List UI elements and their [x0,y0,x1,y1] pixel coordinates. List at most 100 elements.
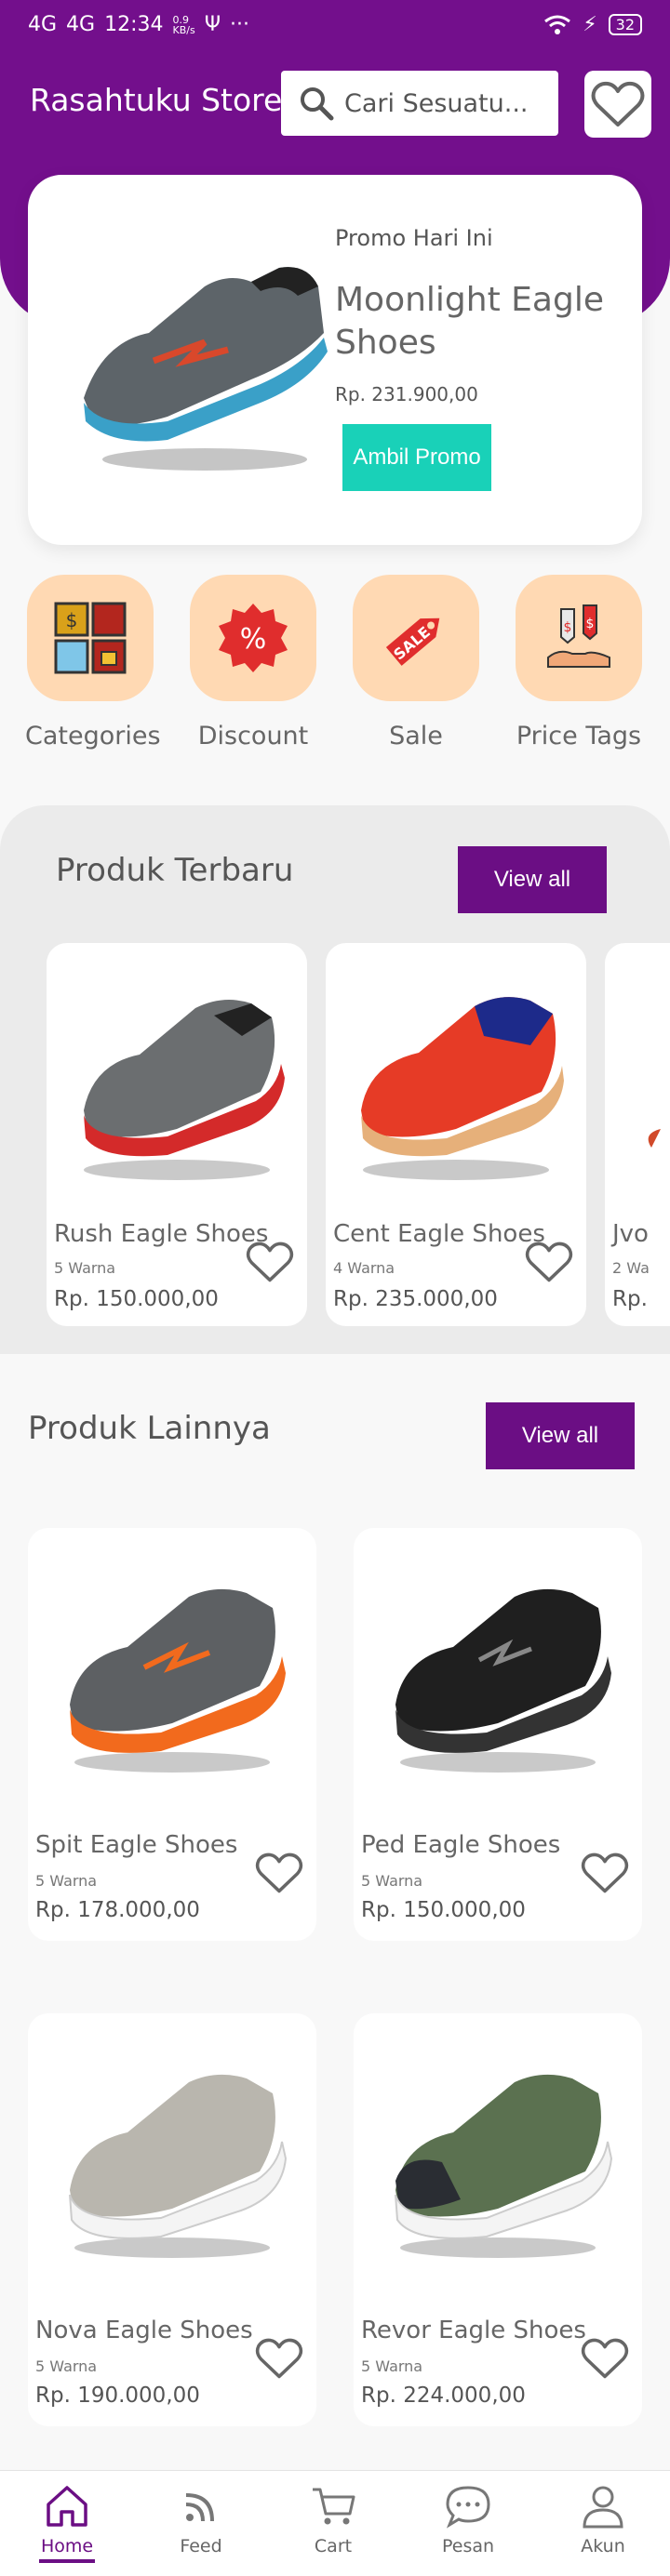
nav-label: Cart [314,2536,353,2556]
active-indicator [39,2559,95,2563]
category-label: Price Tags [516,722,642,750]
svg-text:$: $ [564,620,572,635]
product-image [361,997,564,1180]
product-price: Rp. 178.000,00 [35,1898,200,1922]
feed-icon [185,2493,214,2522]
promo-title: Moonlight Eagle Shoes [335,281,604,362]
category-tile: SALE [353,575,479,701]
store-title: Rasahtuku Store [30,82,283,118]
bottom-navigation: Home Feed Cart Pesan Akun [0,2470,670,2576]
category-discount[interactable]: % Discount [188,575,318,750]
search-input[interactable]: Cari Sesuatu... [281,71,558,136]
promo-card[interactable]: Promo Hari Ini Moonlight Eagle Shoes Rp.… [28,175,642,545]
nav-feed[interactable]: Feed [145,2482,257,2556]
product-price: Rp. [612,1287,648,1311]
signal-2-label: 4G [66,13,96,36]
product-image [395,2074,613,2258]
product-card-spit[interactable]: Spit Eagle Shoes 5 Warna Rp. 178.000,00 [28,1528,316,1941]
promo-price: Rp. 231.900,00 [335,383,478,405]
other-products-view-all-button[interactable]: View all [486,1402,635,1469]
promo-label: Promo Hari Ini [335,225,493,251]
charging-icon: ⚡ [583,13,597,36]
search-icon [301,87,334,121]
category-tile: $ [27,575,154,701]
heart-icon[interactable] [255,1852,303,1894]
heart-icon[interactable] [581,2337,629,2380]
product-image [395,1588,611,1773]
more-icon: ··· [230,13,250,36]
nav-label: Feed [180,2536,222,2556]
product-image [70,1588,286,1773]
product-image [84,1000,285,1180]
user-icon [583,2486,623,2529]
product-colors: 4 Warna [333,1259,395,1277]
nav-messages[interactable]: Pesan [412,2482,524,2556]
product-price: Rp. 150.000,00 [54,1287,219,1311]
status-bar: 4G 4G 12:34 0.9 KB/s Ψ ··· ⚡ 32 [0,0,670,52]
nav-home[interactable]: Home [11,2482,123,2563]
heart-icon[interactable] [581,1852,629,1894]
category-row: $ Categories % Discount SALE Sale $ $ Pr… [0,575,670,770]
product-price: Rp. 224.000,00 [361,2383,526,2408]
product-colors: 5 Warna [35,1872,98,1890]
product-card-cent[interactable]: Cent Eagle Shoes 4 Warna Rp. 235.000,00 [326,943,586,1326]
sale-tag-icon: SALE [385,617,440,666]
product-card-ped[interactable]: Ped Eagle Shoes 5 Warna Rp. 150.000,00 [354,1528,642,1941]
nav-cart[interactable]: Cart [277,2482,389,2556]
heart-icon [591,81,645,126]
product-image [648,1129,661,1148]
nav-label: Akun [581,2536,625,2556]
categories-icon: $ [54,602,127,674]
category-categories[interactable]: $ Categories [25,575,161,750]
wifi-icon [544,15,571,34]
category-label: Sale [389,722,443,750]
nav-label: Home [40,2536,94,2556]
chat-icon [446,2486,490,2529]
new-products-view-all-button[interactable]: View all [458,846,607,913]
discount-icon: % [219,604,288,672]
top-bar: Rasahtuku Store Cari Sesuatu... [0,65,670,139]
wishlist-button[interactable] [584,71,651,138]
product-card-nova[interactable]: Nova Eagle Shoes 5 Warna Rp. 190.000,00 [28,2013,316,2426]
cart-icon [313,2488,355,2525]
product-colors: 5 Warna [361,1872,423,1890]
home-page: 4G 4G 12:34 0.9 KB/s Ψ ··· ⚡ 32 Rasahtuku… [0,0,670,2576]
status-left: 4G 4G 12:34 0.9 KB/s Ψ ··· [28,13,249,36]
usb-icon: Ψ [204,13,221,36]
product-card-jvo[interactable]: Jvo 2 Wa Rp. [605,943,670,1326]
svg-text:$: $ [66,609,78,631]
product-card-rush[interactable]: Rush Eagle Shoes 5 Warna Rp. 150.000,00 [47,943,307,1326]
product-colors: 5 Warna [361,2357,423,2375]
new-products-section: Produk Terbaru View all Rush Eagle Shoes… [0,805,670,1354]
product-name: Spit Eagle Shoes [35,1831,238,1859]
category-label: Discount [197,722,309,750]
net-speed: 0.9 KB/s [172,13,195,36]
home-icon [47,2486,87,2527]
new-products-title: Produk Terbaru [56,852,294,889]
clock: 12:34 [104,13,164,36]
product-image [69,2074,288,2258]
battery-indicator: 32 [608,14,642,35]
category-sale[interactable]: SALE Sale [351,575,481,750]
heart-icon[interactable] [246,1241,294,1283]
price-tags-icon: $ $ [547,604,610,668]
nav-account[interactable]: Akun [547,2482,659,2556]
category-label: Categories [25,722,161,750]
product-price: Rp. 150.000,00 [361,1898,526,1922]
status-right: ⚡ 32 [543,13,642,36]
category-price-tags[interactable]: $ $ Price Tags [514,575,644,750]
get-promo-button[interactable]: Ambil Promo [342,424,491,491]
category-tile: % [190,575,316,701]
heart-icon[interactable] [255,2337,303,2380]
heart-icon[interactable] [525,1241,573,1283]
product-colors: 2 Wa [612,1259,650,1277]
other-products-title: Produk Lainnya [28,1410,271,1447]
promo-shoe-image [84,267,328,471]
product-name: Ped Eagle Shoes [361,1831,561,1859]
product-colors: 5 Warna [54,1259,116,1277]
product-card-revor[interactable]: Revor Eagle Shoes 5 Warna Rp. 224.000,00 [354,2013,642,2426]
product-price: Rp. 190.000,00 [35,2383,200,2408]
product-name: Rush Eagle Shoes [54,1220,269,1248]
product-name: Revor Eagle Shoes [361,2317,586,2344]
svg-text:%: % [240,623,267,656]
